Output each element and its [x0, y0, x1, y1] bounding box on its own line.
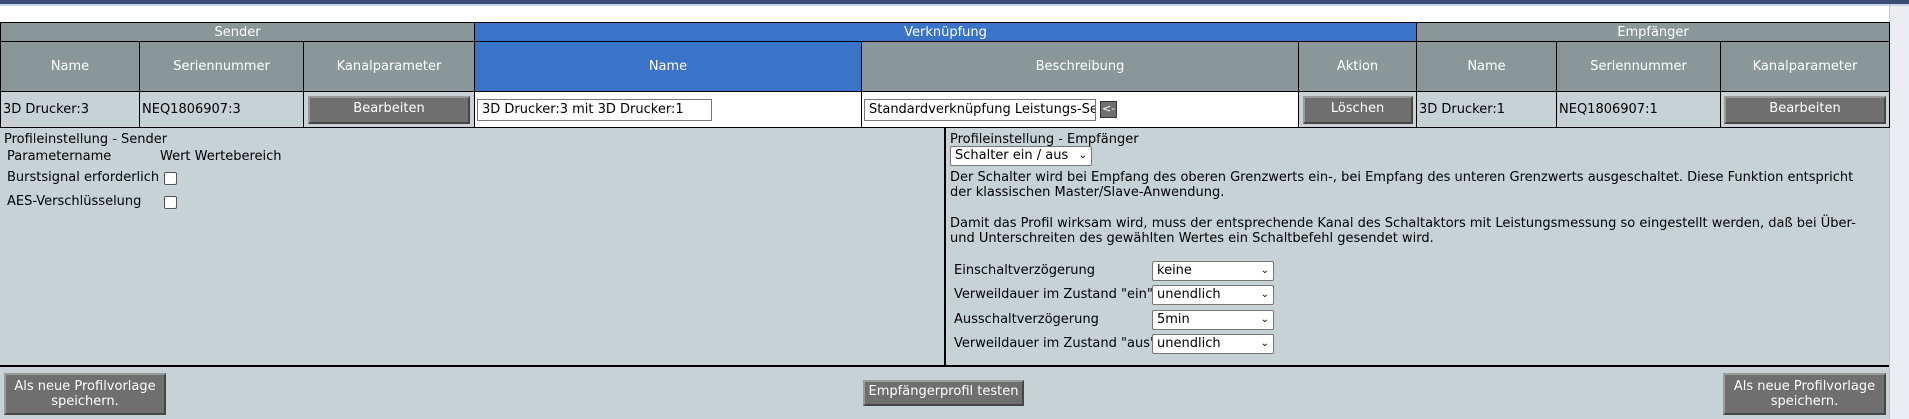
- header-recv-param: Kanalparameter: [1719, 41, 1891, 92]
- top-stripe-light: [0, 4, 1909, 6]
- off-duration-select[interactable]: unendlich ⌄: [1152, 334, 1274, 354]
- chevron-down-icon: ⌄: [1260, 338, 1269, 349]
- group-header-row: Sender Verknüpfung Empfänger: [0, 22, 1891, 42]
- receiver-name: 3D Drucker:1: [1416, 91, 1557, 128]
- chevron-down-icon: ⌄: [1078, 150, 1087, 161]
- header-sender-name: Name: [0, 41, 140, 92]
- group-sender: Sender: [0, 22, 475, 42]
- aes-label: AES-Verschlüsselung: [7, 194, 142, 209]
- burst-checkbox[interactable]: [164, 172, 177, 185]
- column-header-row: Name Seriennummer Kanalparameter Name Be…: [0, 41, 1891, 92]
- off-delay-value: 5min: [1157, 312, 1190, 327]
- vertical-scrollbar[interactable]: [1889, 6, 1909, 419]
- profile-select[interactable]: Schalter ein / aus ⌄: [950, 146, 1092, 166]
- off-duration-value: unendlich: [1157, 336, 1221, 351]
- header-link-desc: Beschreibung: [861, 41, 1299, 92]
- group-link: Verknüpfung: [474, 22, 1417, 42]
- link-name-input[interactable]: 3D Drucker:3 mit 3D Drucker:1: [477, 98, 712, 121]
- on-delay-select[interactable]: keine ⌄: [1152, 261, 1274, 281]
- param-label: Einschaltverzögerung: [954, 263, 1096, 278]
- sender-edit-button[interactable]: Bearbeiten: [308, 95, 470, 124]
- table-row: 3D Drucker:3 NEQ1806907:3 Bearbeiten 3D …: [0, 91, 1891, 128]
- sender-profile-title: Profileinstellung - Sender: [4, 132, 168, 147]
- delete-button[interactable]: Löschen: [1302, 95, 1413, 124]
- chevron-down-icon: ⌄: [1260, 265, 1269, 276]
- on-duration-value: unendlich: [1157, 287, 1221, 302]
- sender-name: 3D Drucker:3: [0, 91, 140, 128]
- sender-serial: NEQ1806907:3: [139, 91, 304, 128]
- chevron-down-icon: ⌄: [1260, 314, 1269, 325]
- receiver-edit-button[interactable]: Bearbeiten: [1724, 95, 1886, 124]
- save-profile-template-left-button[interactable]: Als neue Profilvorlage speichern.: [4, 373, 166, 415]
- on-duration-select[interactable]: unendlich ⌄: [1152, 285, 1274, 305]
- header-recv-serial: Seriennummer: [1556, 41, 1721, 92]
- aes-checkbox[interactable]: [164, 196, 177, 209]
- save-profile-template-right-button[interactable]: Als neue Profilvorlage speichern.: [1723, 373, 1886, 415]
- profile-select-value: Schalter ein / aus: [955, 148, 1069, 163]
- receiver-profile-title: Profileinstellung - Empfänger: [950, 132, 1139, 147]
- link-description-input[interactable]: Standardverknüpfung Leistungs-Ser: [864, 98, 1096, 121]
- link-editor: Sender Verknüpfung Empfänger Name Serien…: [0, 22, 1891, 419]
- header-sender-serial: Seriennummer: [139, 41, 304, 92]
- header-link-name: Name: [474, 41, 862, 92]
- off-delay-select[interactable]: 5min ⌄: [1152, 310, 1274, 330]
- header-sender-param: Kanalparameter: [303, 41, 475, 92]
- link-table: Sender Verknüpfung Empfänger Name Serien…: [0, 22, 1891, 128]
- param-label: Verweildauer im Zustand "ein": [954, 287, 1153, 302]
- receiver-profile-panel: Profileinstellung - Empfänger Schalter e…: [946, 128, 1889, 365]
- test-receiver-profile-button[interactable]: Empfängerprofil testen: [863, 380, 1024, 406]
- param-label: Ausschaltverzögerung: [954, 312, 1099, 327]
- group-receiver: Empfänger: [1415, 22, 1891, 42]
- value-header: Wert Wertebereich: [160, 149, 282, 164]
- header-link-action: Aktion: [1298, 41, 1417, 92]
- param-name-header: Parametername: [7, 149, 112, 164]
- footer-bar: Als neue Profilvorlage speichern. Empfän…: [0, 367, 1889, 419]
- receiver-serial: NEQ1806907:1: [1556, 91, 1721, 128]
- profile-description-2: Damit das Profil wirksam wird, muss der …: [950, 216, 1856, 246]
- sender-profile-panel: Profileinstellung - Sender Parametername…: [0, 128, 944, 365]
- burst-label: Burstsignal erforderlich: [7, 170, 160, 185]
- param-label: Verweildauer im Zustand "aus": [954, 336, 1156, 351]
- chevron-down-icon: ⌄: [1260, 289, 1269, 300]
- description-reset-button[interactable]: <-: [1100, 101, 1118, 118]
- profile-description-1: Der Schalter wird bei Empfang des oberen…: [950, 170, 1854, 200]
- header-recv-name: Name: [1416, 41, 1557, 92]
- on-delay-value: keine: [1157, 263, 1192, 278]
